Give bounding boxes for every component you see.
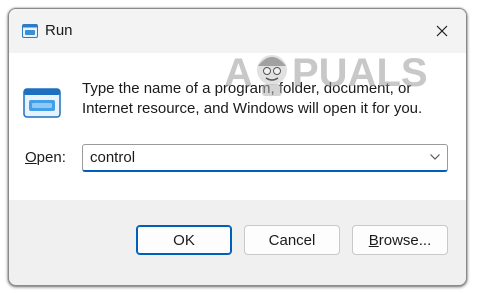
- browse-label-rest: rowse...: [378, 231, 432, 249]
- close-button[interactable]: [427, 19, 457, 43]
- chevron-down-icon[interactable]: [429, 153, 441, 161]
- ok-button[interactable]: OK: [136, 225, 232, 255]
- run-app-icon: [22, 24, 38, 38]
- run-dialog: Run Type the name of a program, folder, …: [8, 8, 467, 286]
- open-label-rest: pen:: [36, 149, 66, 166]
- description-line: Type the name of a program, folder, docu…: [82, 80, 412, 97]
- run-app-icon: [23, 88, 61, 118]
- open-combobox[interactable]: control: [82, 144, 448, 172]
- open-label: Open:: [25, 148, 66, 168]
- close-icon: [436, 25, 448, 37]
- description-line: Internet resource, and Windows will open…: [82, 100, 423, 117]
- window-title: Run: [45, 22, 73, 39]
- title-bar: Run: [9, 9, 466, 53]
- cancel-button[interactable]: Cancel: [244, 225, 340, 255]
- open-label-accelerator: O: [25, 149, 37, 166]
- dialog-content: Type the name of a program, folder, docu…: [9, 53, 466, 200]
- browse-accelerator: B: [368, 231, 379, 249]
- browse-button[interactable]: Browse...: [352, 225, 448, 255]
- description-text: Type the name of a program, folder, docu…: [82, 79, 452, 119]
- screenshot-frame: Run Type the name of a program, folder, …: [0, 0, 477, 293]
- open-input-value[interactable]: control: [90, 148, 135, 168]
